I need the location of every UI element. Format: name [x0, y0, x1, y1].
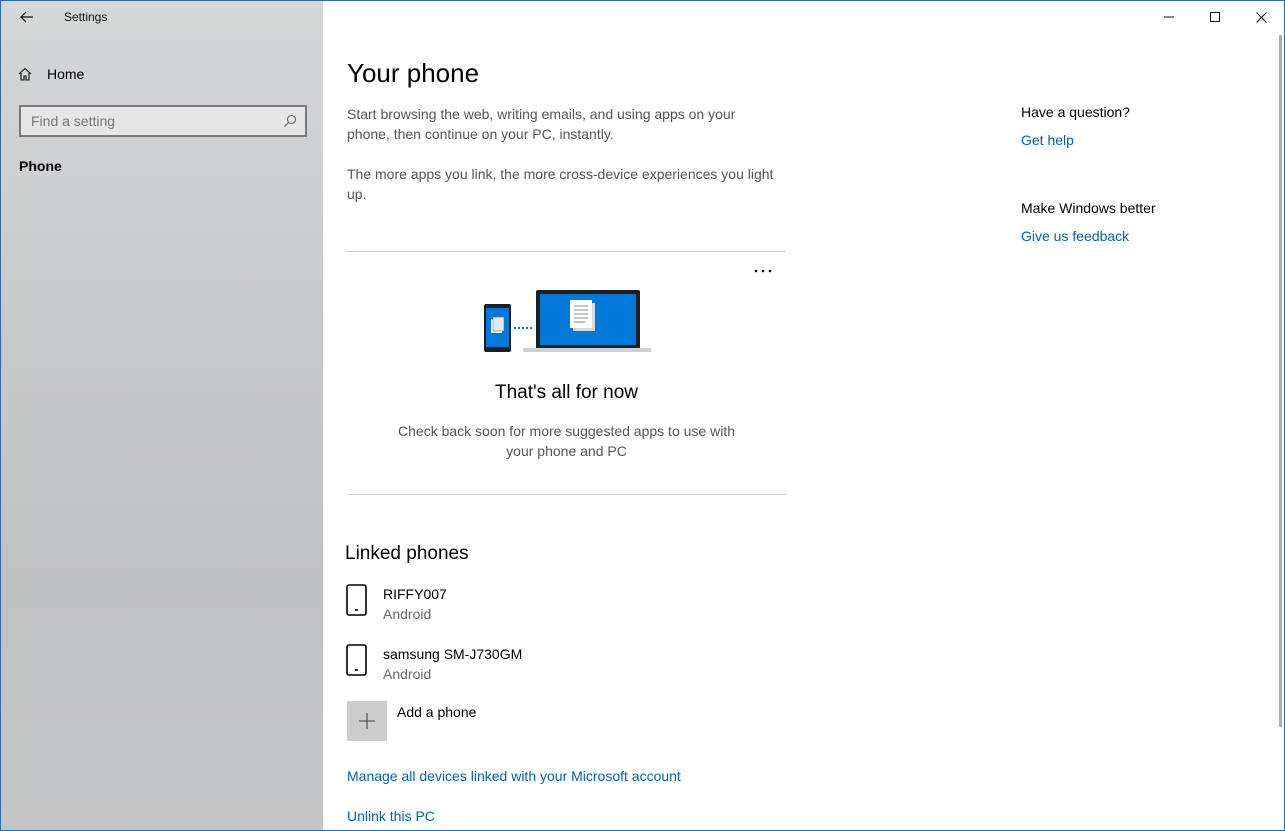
smartphone-icon: [346, 644, 367, 676]
phone-type: Android: [383, 606, 432, 622]
divider-bottom: [347, 494, 786, 495]
linked-phone-item[interactable]: samsung SM-J730GM Android: [345, 643, 522, 684]
back-arrow-icon: [20, 11, 33, 23]
question-heading: Have a question?: [1021, 104, 1130, 120]
linked-phones-heading: Linked phones: [345, 543, 469, 564]
manage-devices-link[interactable]: Manage all devices linked with your Micr…: [347, 768, 681, 784]
sidebar-item-phone[interactable]: Phone: [19, 158, 62, 174]
search-input[interactable]: [31, 113, 271, 129]
page-title: Your phone: [347, 58, 480, 88]
linked-phone-item[interactable]: RIFFY007 Android: [345, 583, 447, 624]
empty-state-description: Check back soon for more suggested apps …: [398, 423, 735, 459]
unlink-pc-link[interactable]: Unlink this PC: [347, 808, 435, 824]
plus-icon: [359, 713, 375, 729]
intro-text-1: Start browsing the web, writing emails, …: [347, 106, 736, 142]
search-icon[interactable]: [283, 114, 297, 128]
add-tile: [347, 701, 387, 741]
add-phone-label: Add a phone: [397, 704, 477, 720]
main-content: Your phone Start browsing the web, writi…: [323, 1, 1284, 830]
smartphone-icon: [346, 584, 367, 616]
sidebar-item-home[interactable]: Home: [17, 61, 84, 87]
get-help-link[interactable]: Get help: [1021, 132, 1074, 148]
intro-text-2: The more apps you link, the more cross-d…: [347, 166, 774, 202]
more-options-button[interactable]: [751, 263, 775, 283]
sidebar: Settings Home Phone: [1, 1, 323, 830]
give-feedback-link[interactable]: Give us feedback: [1021, 228, 1129, 244]
divider-top: [347, 251, 786, 252]
search-field[interactable]: [19, 105, 307, 137]
home-label: Home: [47, 66, 85, 82]
phone-name: RIFFY007: [383, 586, 447, 602]
app-title: Settings: [64, 10, 108, 24]
home-icon: [18, 67, 32, 81]
add-phone-button[interactable]: Add a phone: [347, 701, 476, 741]
back-button[interactable]: [11, 5, 43, 29]
more-icon: [754, 269, 772, 273]
vertical-scrollbar[interactable]: [1279, 35, 1282, 727]
feedback-heading: Make Windows better: [1021, 200, 1156, 216]
empty-state-title: That's all for now: [494, 382, 639, 403]
phone-type: Android: [383, 666, 432, 682]
phone-name: samsung SM-J730GM: [383, 646, 523, 662]
phone-pc-illustration-icon: [484, 290, 651, 352]
settings-window: Settings Home Phone Your phone Start bro…: [0, 0, 1285, 831]
